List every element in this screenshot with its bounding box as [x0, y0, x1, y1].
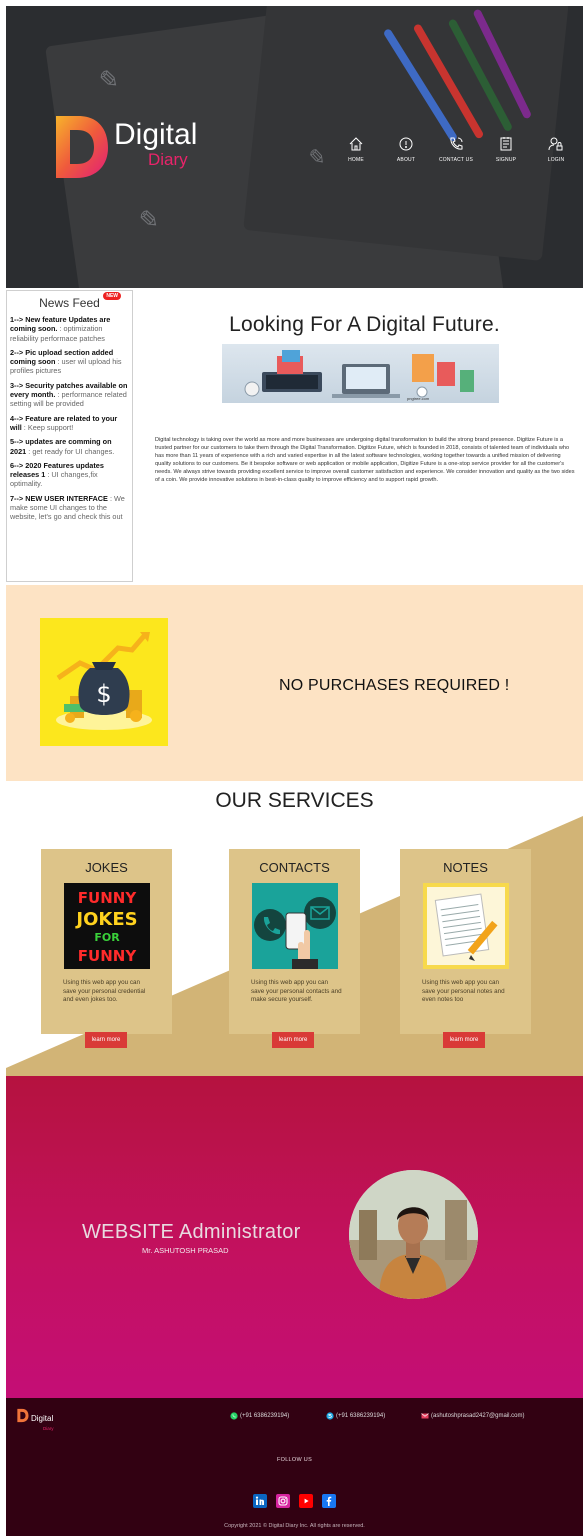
footer-whatsapp-number: (+91 6386239194)	[240, 1413, 290, 1419]
svg-text:$: $	[96, 680, 111, 708]
nav-contact[interactable]: CONTACT US	[436, 136, 476, 163]
nav-about[interactable]: ABOUT	[386, 136, 426, 163]
logo-word-diary: Diary	[148, 150, 188, 169]
money-bag-illustration: $	[40, 618, 168, 746]
service-card-contacts: CONTACTS Using this web app you can save…	[229, 849, 360, 1034]
footer-logo-word-digital: Digital	[31, 1414, 54, 1423]
youtube-icon[interactable]	[299, 1494, 313, 1508]
service-card-title: CONTACTS	[259, 860, 330, 875]
copyright-text: Copyright 2021 © Digital Diary Inc. All …	[224, 1523, 365, 1529]
news-feed-title: News Feed NEW	[10, 292, 129, 310]
footer-email[interactable]: (ashutoshprasad2427@gmail.com)	[421, 1412, 524, 1420]
info-icon	[399, 137, 413, 151]
service-card-jokes: JOKES FUNNY JOKES FOR FUNNY Using this w…	[41, 849, 172, 1034]
promo-text: NO PURCHASES REQUIRED !	[279, 677, 510, 694]
skype-icon	[326, 1412, 334, 1420]
footer-logo[interactable]: Digital Diary	[16, 1408, 54, 1431]
news-item: 4--> Feature are related to your will : …	[10, 414, 129, 433]
news-item: 6--> 2020 Features updates releases 1 : …	[10, 461, 129, 489]
admin-section: WEBSITE Administrator Mr. ASHUTOSH PRASA…	[6, 1076, 583, 1398]
nav-login-label: LOGIN	[547, 157, 565, 163]
funny-jokes-image: FUNNY JOKES FOR FUNNY	[63, 883, 150, 969]
news-item: 7--> NEW USER INTERFACE : We make some U…	[10, 494, 129, 522]
nav-signup-label: SIGNUP	[495, 157, 517, 163]
hero-notebook-right	[243, 6, 569, 261]
learn-more-contacts-button[interactable]: learn more	[272, 1032, 314, 1048]
news-item-head: 7--> NEW USER INTERFACE	[10, 493, 108, 503]
service-card-title: JOKES	[85, 860, 128, 875]
jokes-image-text-2: JOKES	[74, 909, 137, 930]
footer-phone-number: (+91 6386239194)	[336, 1413, 386, 1419]
news-item-desc: : get ready for UI changes.	[26, 446, 115, 456]
news-item-desc: : Keep support!	[21, 422, 74, 432]
news-item: 3--> Security patches available on every…	[10, 381, 129, 409]
brand-logo[interactable]: Digital Diary	[50, 112, 197, 182]
phone-icon	[450, 137, 463, 150]
admin-name: Mr. ASHUTOSH PRASAD	[142, 1246, 229, 1255]
email-icon	[421, 1413, 429, 1419]
service-card-title: NOTES	[443, 860, 488, 875]
jokes-image-text-1: FUNNY	[77, 889, 137, 907]
footer-logo-word-diary: Diary	[43, 1426, 54, 1431]
instagram-icon[interactable]	[276, 1494, 290, 1508]
footer-whatsapp[interactable]: (+91 6386239194)	[230, 1412, 289, 1420]
footer-phone[interactable]: (+91 6386239194)	[326, 1412, 385, 1420]
nav-signup[interactable]: SIGNUP	[486, 136, 526, 163]
nav-home-label: HOME	[348, 157, 364, 163]
admin-title: WEBSITE Administrator	[82, 1221, 301, 1243]
follow-us-label: FOLLOW US	[276, 1457, 313, 1463]
site-footer: Digital Diary (+91 6386239194) (+91 6386…	[6, 1398, 583, 1536]
nav-about-label: ABOUT	[396, 157, 416, 163]
footer-logo-d-icon	[17, 1408, 29, 1423]
notes-paper-image	[422, 883, 509, 969]
nav-contact-label: CONTACT US	[438, 157, 474, 163]
news-item: 1--> New feature Updates are coming soon…	[10, 315, 129, 343]
user-key-icon	[548, 137, 563, 151]
about-section: Looking For A Digital Future. pngtree.co…	[152, 290, 577, 484]
linkedin-icon[interactable]	[253, 1494, 267, 1508]
facebook-icon[interactable]	[322, 1494, 336, 1508]
form-icon	[500, 137, 512, 151]
promo-section: $ NO PURCHASES REQUIRED !	[6, 585, 583, 781]
digital-workspace-illustration: pngtree.com	[222, 344, 499, 403]
service-card-desc: Using this web app you can save your per…	[63, 979, 146, 1003]
jokes-image-text-3: FOR	[94, 931, 120, 944]
contacts-phone-image	[251, 883, 338, 969]
news-feed-title-text: News Feed	[39, 296, 100, 310]
logo-word-digital: Digital	[114, 118, 198, 151]
logo-d-icon	[50, 112, 110, 182]
service-card-desc: Using this web app you can save your per…	[251, 979, 342, 1003]
news-item: 2--> Pic upload section added coming soo…	[10, 348, 129, 376]
hero-scribble-3: ✎	[304, 145, 326, 172]
news-feed-panel[interactable]: News Feed NEW 1--> New feature Updates a…	[6, 290, 133, 582]
about-body: Digital technology is taking over the wo…	[155, 437, 575, 483]
hero-banner: ✎ ✎ ✎ Digital Diary HOME ABOUT CONTACT U…	[6, 6, 583, 288]
service-card-notes: NOTES Using this web app you can save yo…	[400, 849, 531, 1034]
news-item: 5--> updates are comming on 2021 : get r…	[10, 437, 129, 456]
whatsapp-icon	[230, 1412, 238, 1420]
footer-email-address: (ashutoshprasad2427@gmail.com)	[431, 1413, 525, 1419]
main-nav: HOME ABOUT CONTACT US SIGNUP LOGIN	[336, 136, 576, 163]
admin-avatar	[349, 1170, 478, 1299]
service-card-desc: Using this web app you can save your per…	[422, 979, 505, 1003]
home-icon	[349, 137, 363, 151]
learn-more-notes-button[interactable]: learn more	[443, 1032, 485, 1048]
jokes-image-text-4: FUNNY	[77, 947, 137, 965]
social-links	[253, 1494, 336, 1508]
services-title: OUR SERVICES	[215, 789, 374, 812]
nav-home[interactable]: HOME	[336, 136, 376, 163]
about-title: Looking For A Digital Future.	[229, 313, 500, 336]
services-section: OUR SERVICES JOKES FUNNY JOKES FOR FUNNY…	[6, 781, 583, 1076]
nav-login[interactable]: LOGIN	[536, 136, 576, 163]
learn-more-jokes-button[interactable]: learn more	[85, 1032, 127, 1048]
new-badge: NEW	[103, 292, 121, 300]
illustration-caption: pngtree.com	[407, 396, 430, 401]
